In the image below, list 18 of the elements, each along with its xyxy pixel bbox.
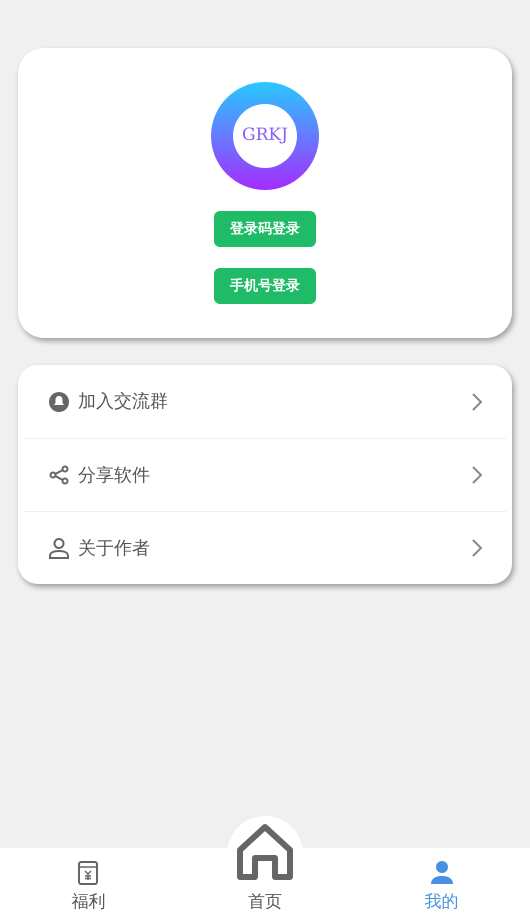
chevron-right-icon (472, 392, 482, 410)
envelope-icon (76, 860, 100, 886)
menu-label: 加入交流群 (78, 390, 169, 414)
share-icon (48, 464, 70, 486)
person-icon (428, 860, 455, 886)
tab[interactable]: 福利 (0, 848, 177, 920)
chevron-right-icon (472, 466, 482, 484)
home-icon (236, 822, 294, 880)
bell-icon (48, 390, 70, 412)
chevron-right-icon (472, 539, 482, 557)
menu-item[interactable]: 加入交流群 (24, 365, 506, 438)
menu-item[interactable]: 关于作者 (24, 511, 506, 584)
tab[interactable]: 首页 (176, 814, 354, 920)
menu-label: 关于作者 (78, 536, 151, 560)
logo-text: GRKJ (242, 124, 288, 148)
person-icon (48, 537, 70, 559)
menu-item[interactable]: 分享软件 (24, 438, 506, 511)
menu-label: 分享软件 (78, 464, 151, 488)
